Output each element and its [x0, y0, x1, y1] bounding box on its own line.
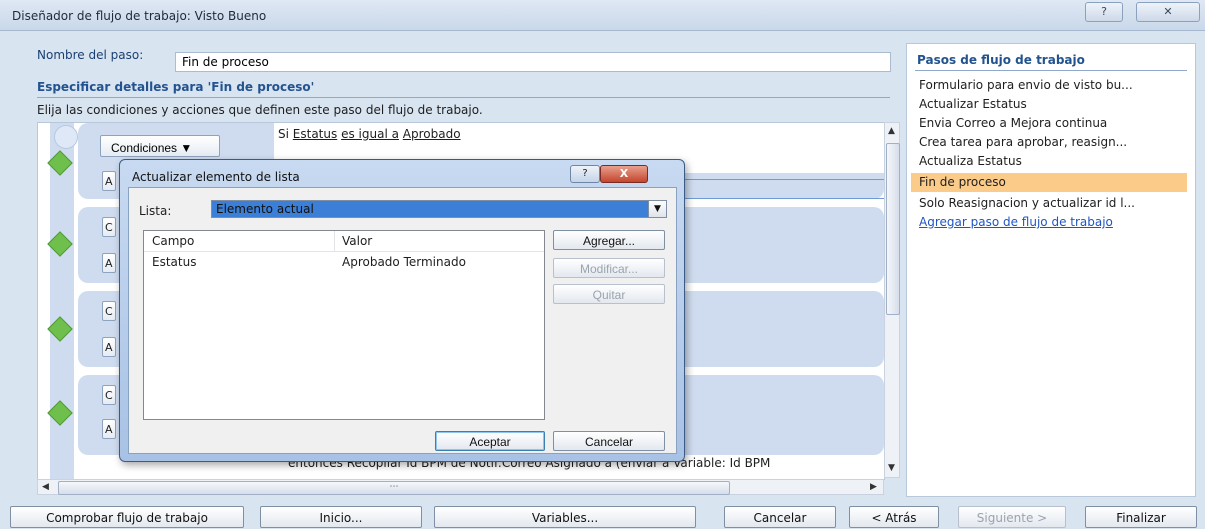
workflow-step-item[interactable]: Actualizar Estatus — [911, 95, 1187, 114]
list-select[interactable]: Elemento actual ▼ — [211, 200, 667, 218]
action-button-stub[interactable]: A — [102, 171, 116, 191]
column-header-field[interactable]: Campo — [152, 234, 194, 248]
cell-value: Aprobado Terminado — [342, 255, 466, 269]
cell-field: Estatus — [152, 255, 197, 269]
column-separator — [334, 231, 335, 251]
workflow-step-item[interactable]: Envia Correo a Mejora continua — [911, 114, 1187, 133]
workflow-step-item-selected[interactable]: Fin de proceso — [911, 173, 1187, 192]
dialog-help-button[interactable]: ? — [570, 165, 600, 183]
add-button[interactable]: Agregar... — [553, 230, 665, 250]
ok-button[interactable]: Aceptar — [435, 431, 545, 451]
table-row[interactable]: Estatus Aprobado Terminado — [144, 252, 544, 270]
workflow-step-item[interactable]: Formulario para envio de visto bu... — [911, 76, 1187, 95]
instructions-text: Elija las condiciones y acciones que def… — [37, 103, 483, 117]
help-button[interactable]: ? — [1085, 2, 1123, 22]
cancel-button[interactable]: Cancelar — [724, 506, 836, 528]
vertical-scrollbar[interactable]: ▲ ▼ — [884, 122, 900, 478]
chevron-down-icon[interactable]: ▼ — [648, 201, 666, 217]
scroll-up-icon[interactable]: ▲ — [888, 126, 895, 136]
rule-field-link[interactable]: Estatus — [293, 127, 337, 141]
horizontal-scrollbar[interactable]: ◀ ⋯ ▶ — [37, 479, 884, 495]
rule-operator-link[interactable]: es igual a — [341, 127, 399, 141]
condition-button-stub[interactable]: C — [102, 217, 116, 237]
workflow-step-item[interactable]: Solo Reasignacion y actualizar id l... — [911, 194, 1187, 213]
next-button[interactable]: Siguiente > — [958, 506, 1066, 528]
remove-button[interactable]: Quitar — [553, 284, 665, 304]
check-workflow-button[interactable]: Comprobar flujo de trabajo — [10, 506, 244, 528]
action-button-stub[interactable]: A — [102, 337, 116, 357]
dialog-cancel-button[interactable]: Cancelar — [553, 431, 665, 451]
list-selected-value: Elemento actual — [216, 202, 314, 216]
vertical-scroll-thumb[interactable] — [886, 143, 900, 315]
horizontal-scroll-thumb[interactable]: ⋯ — [58, 481, 730, 495]
rule-prefix: Si — [278, 127, 289, 141]
conditions-label: Condiciones — [111, 141, 178, 155]
scroll-right-icon[interactable]: ▶ — [870, 482, 877, 492]
condition-rule: Si Estatus es igual a Aprobado — [278, 127, 461, 141]
action-button-stub[interactable]: A — [102, 253, 116, 273]
condition-button-stub[interactable]: C — [102, 301, 116, 321]
step-name-label: Nombre del paso: — [37, 48, 144, 62]
variables-button[interactable]: Variables... — [434, 506, 696, 528]
workflow-step-item[interactable]: Crea tarea para aprobar, reasign... — [911, 133, 1187, 152]
start-button[interactable]: Inicio... — [260, 506, 422, 528]
window-close-button[interactable]: ✕ — [1136, 2, 1200, 22]
back-button[interactable]: < Atrás — [849, 506, 939, 528]
rail-start-circle — [54, 125, 78, 149]
workflow-steps-panel: Pasos de flujo de trabajo Formulario par… — [906, 43, 1196, 497]
update-list-item-dialog: Actualizar elemento de lista ? X Lista: … — [119, 159, 685, 462]
dialog-close-button[interactable]: X — [600, 165, 648, 183]
condition-button-stub[interactable]: C — [102, 385, 116, 405]
step-name-input[interactable] — [175, 52, 891, 72]
dialog-body: Lista: Elemento actual ▼ Campo Valor Est… — [128, 187, 677, 454]
section-title: Especificar detalles para 'Fin de proces… — [37, 80, 315, 94]
window-title: Diseñador de flujo de trabajo: Visto Bue… — [12, 9, 267, 23]
steps-rail — [50, 123, 78, 479]
add-workflow-step-link[interactable]: Agregar paso de flujo de trabajo — [911, 213, 1187, 232]
action-button-stub[interactable]: A — [102, 419, 116, 439]
list-label: Lista: — [139, 204, 172, 218]
chevron-down-icon: ▼ — [180, 141, 193, 155]
dialog-title: Actualizar elemento de lista — [132, 170, 300, 184]
title-bar: Diseñador de flujo de trabajo: Visto Bue… — [0, 0, 1205, 31]
workflow-step-item[interactable]: Actualiza Estatus — [911, 152, 1187, 171]
field-value-table: Campo Valor Estatus Aprobado Terminado — [143, 230, 545, 420]
workflow-steps-title: Pasos de flujo de trabajo — [917, 53, 1085, 67]
scroll-left-icon[interactable]: ◀ — [42, 482, 49, 492]
conditions-button[interactable]: Condiciones ▼ — [100, 135, 220, 157]
column-header-value[interactable]: Valor — [342, 234, 372, 248]
rule-value-link[interactable]: Aprobado — [403, 127, 461, 141]
section-divider — [37, 97, 890, 98]
scroll-down-icon[interactable]: ▼ — [888, 463, 895, 473]
table-header: Campo Valor — [144, 231, 544, 252]
modify-button[interactable]: Modificar... — [553, 258, 665, 278]
workflow-steps-divider — [915, 70, 1187, 71]
finish-button[interactable]: Finalizar — [1085, 506, 1197, 528]
